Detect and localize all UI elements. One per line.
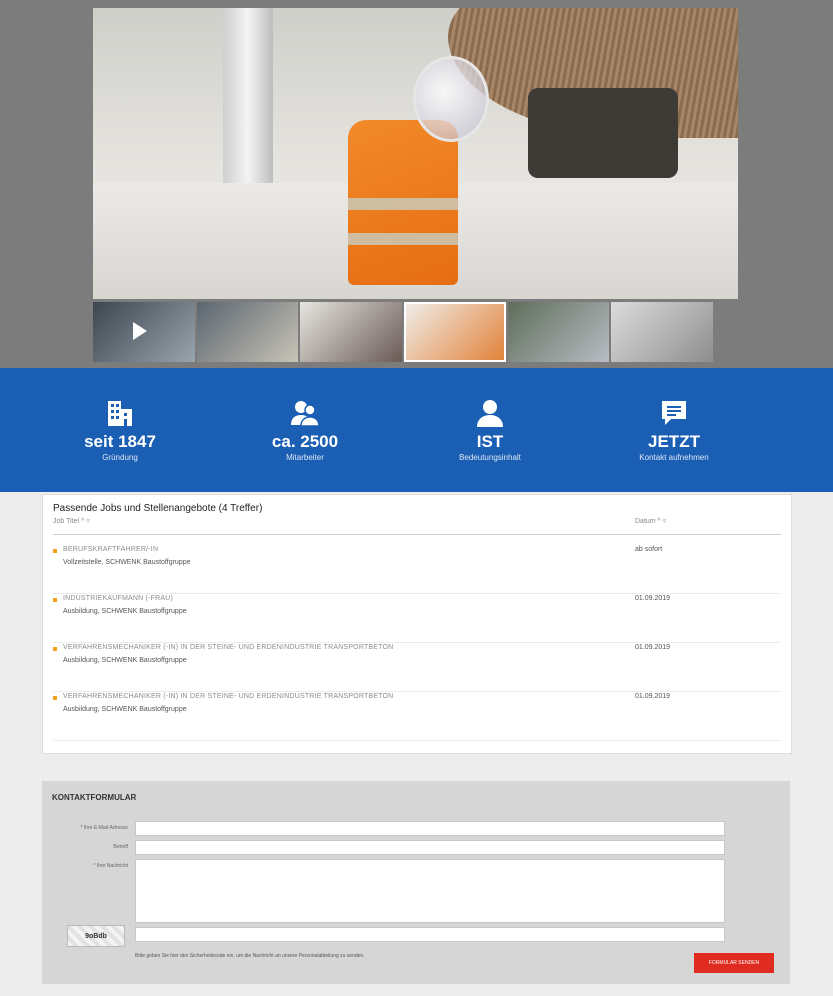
send-button[interactable]: FORMULAR SENDEN xyxy=(694,953,774,973)
jobs-heading: Passende Jobs und Stellenangebote (4 Tre… xyxy=(53,503,263,514)
job-subtitle: Ausbildung, SCHWENK Baustoffgruppe xyxy=(63,657,187,664)
message-field[interactable] xyxy=(135,859,725,923)
bullet-icon xyxy=(53,598,57,602)
bullet-icon xyxy=(53,696,57,700)
captcha-note: Bitte geben Sie hier den Sicherheitscode… xyxy=(135,953,365,959)
stat-value: IST xyxy=(476,432,504,451)
job-date: 01.09.2019 xyxy=(635,644,671,651)
thumbnail-video[interactable] xyxy=(93,302,195,362)
job-row[interactable]: VERFAHRENSMECHANIKER (-IN) IN DER STEINE… xyxy=(53,643,781,692)
sort-date[interactable]: Datum ^ ▿ xyxy=(635,517,666,525)
sort-job-title[interactable]: Job Titel ^ ▿ xyxy=(53,517,90,525)
stat-contact[interactable]: JETZT Kontakt aufnehmen xyxy=(594,396,754,462)
divider xyxy=(53,534,781,535)
job-title-link[interactable]: INDUSTRIEKAUFMANN (-FRAU) xyxy=(63,595,173,602)
stat-caption: Gründung xyxy=(102,453,138,462)
people-icon xyxy=(225,396,385,428)
job-title-link[interactable]: BERUFSKRAFTFAHRER/-IN xyxy=(63,546,158,553)
job-date: 01.09.2019 xyxy=(635,693,671,700)
stat-founded: seit 1847 Gründung xyxy=(40,396,200,462)
job-subtitle: Ausbildung, SCHWENK Baustoffgruppe xyxy=(63,608,187,615)
job-listing-panel: Passende Jobs und Stellenangebote (4 Tre… xyxy=(42,494,792,754)
hero-gallery xyxy=(0,0,833,368)
stat-caption: Bedeutungsinhalt xyxy=(459,453,521,462)
job-row[interactable]: BERUFSKRAFTFAHRER/-IN Vollzeitstelle, SC… xyxy=(53,545,781,594)
subject-field[interactable] xyxy=(135,840,725,855)
email-label: * Ihre E-Mail-Adresse xyxy=(80,825,128,831)
stat-caption: Mitarbeiter xyxy=(286,453,324,462)
job-date: 01.09.2019 xyxy=(635,595,671,602)
bullet-icon xyxy=(53,549,57,553)
thumbnail[interactable] xyxy=(300,302,403,362)
hero-photo xyxy=(93,8,738,299)
stat-value: ca. 2500 xyxy=(271,432,339,451)
bullet-icon xyxy=(53,647,57,651)
stat-employees: ca. 2500 Mitarbeiter xyxy=(225,396,385,462)
email-field[interactable] xyxy=(135,821,725,836)
company-stats-bar: seit 1847 Gründung ca. 2500 Mitarbeiter … xyxy=(0,368,833,492)
job-row[interactable]: INDUSTRIEKAUFMANN (-FRAU) Ausbildung, SC… xyxy=(53,594,781,643)
building-icon xyxy=(40,396,200,428)
job-subtitle: Vollzeitstelle, SCHWENK Baustoffgruppe xyxy=(63,559,191,566)
contact-form: KONTAKTFORMULAR * Ihre E-Mail-Adresse Be… xyxy=(42,781,790,984)
thumbnail[interactable] xyxy=(611,302,714,362)
subject-label: Betreff xyxy=(113,844,128,850)
contact-heading: KONTAKTFORMULAR xyxy=(52,793,137,802)
stat-value: seit 1847 xyxy=(84,432,156,451)
stat-value: JETZT xyxy=(648,432,700,451)
job-title-link[interactable]: VERFAHRENSMECHANIKER (-IN) IN DER STEINE… xyxy=(63,644,393,651)
job-subtitle: Ausbildung, SCHWENK Baustoffgruppe xyxy=(63,706,187,713)
job-title-link[interactable]: VERFAHRENSMECHANIKER (-IN) IN DER STEINE… xyxy=(63,693,393,700)
play-icon[interactable] xyxy=(133,322,147,340)
person-icon xyxy=(410,396,570,428)
stat-caption: Kontakt aufnehmen xyxy=(639,453,709,462)
thumbnail-strip xyxy=(93,302,714,362)
thumbnail[interactable] xyxy=(196,302,299,362)
chat-icon xyxy=(594,396,754,428)
thumbnail[interactable] xyxy=(507,302,610,362)
stat-status: IST Bedeutungsinhalt xyxy=(410,396,570,462)
job-row[interactable]: VERFAHRENSMECHANIKER (-IN) IN DER STEINE… xyxy=(53,692,781,741)
job-date: ab sofort xyxy=(635,546,663,553)
captcha-image: 9oBdb xyxy=(67,925,125,947)
thumbnail-active[interactable] xyxy=(404,302,506,362)
captcha-field[interactable] xyxy=(135,927,725,942)
message-label: * Ihre Nachricht xyxy=(93,863,128,869)
